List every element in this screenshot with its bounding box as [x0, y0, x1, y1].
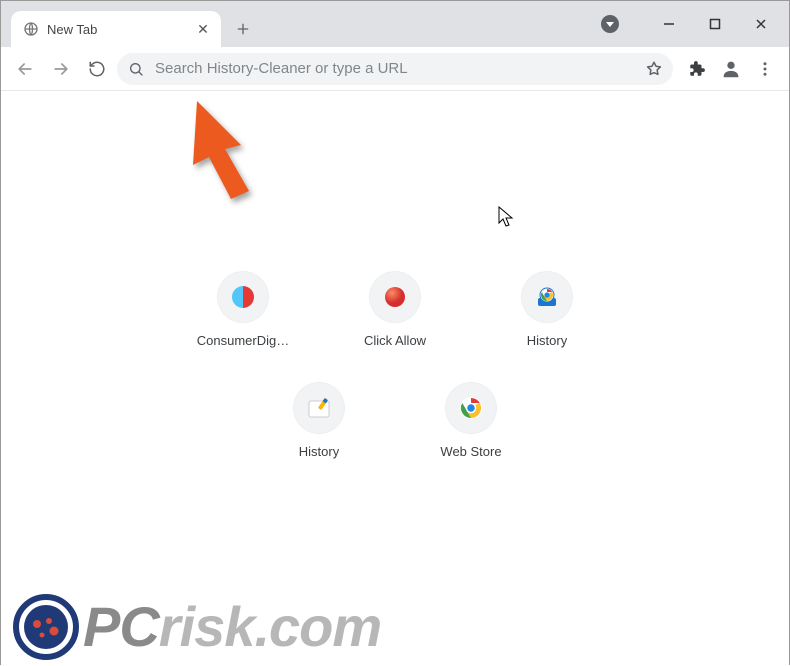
search-icon	[127, 60, 145, 78]
watermark-badge-icon	[13, 594, 79, 660]
back-button[interactable]	[9, 53, 41, 85]
cursor-icon	[498, 206, 516, 228]
tab-strip: New Tab ✕	[1, 1, 789, 47]
browser-tab[interactable]: New Tab ✕	[11, 11, 221, 47]
shortcut-tile[interactable]: History	[263, 382, 375, 459]
shortcut-tile[interactable]: Web Store	[415, 382, 527, 459]
reload-button[interactable]	[81, 53, 113, 85]
omnibox-input[interactable]	[155, 60, 635, 77]
tab-title: New Tab	[47, 22, 187, 37]
shortcut-label: Web Store	[440, 444, 501, 459]
profile-avatar-button[interactable]	[715, 53, 747, 85]
address-bar[interactable]	[117, 53, 673, 85]
shortcut-tile[interactable]: Click Allow	[339, 271, 451, 348]
tab-close-icon[interactable]: ✕	[195, 21, 211, 37]
shortcut-grid: ConsumerDig… Click Allow	[185, 271, 605, 459]
toolbar-right	[681, 53, 781, 85]
bookmark-star-icon[interactable]	[645, 60, 663, 78]
watermark-text: PCrisk.com	[83, 599, 381, 655]
shortcut-label: Click Allow	[364, 333, 426, 348]
watermark: PCrisk.com	[13, 594, 381, 660]
shortcut-icon	[293, 382, 345, 434]
shortcut-tile[interactable]: ConsumerDig…	[187, 271, 299, 348]
shortcut-icon	[521, 271, 573, 323]
forward-button[interactable]	[45, 53, 77, 85]
shortcut-label: ConsumerDig…	[197, 333, 289, 348]
shortcut-icon	[445, 382, 497, 434]
browser-toolbar	[1, 47, 789, 91]
shortcut-label: History	[299, 444, 339, 459]
new-tab-button[interactable]	[229, 15, 257, 43]
window-controls	[647, 1, 789, 47]
shortcut-tile[interactable]: History	[491, 271, 603, 348]
new-tab-page: ConsumerDig… Click Allow	[1, 91, 789, 666]
shortcut-icon	[369, 271, 421, 323]
profile-badge-icon[interactable]	[601, 15, 619, 33]
annotation-arrow-icon	[171, 95, 281, 205]
window-close-button[interactable]	[739, 9, 783, 39]
menu-button[interactable]	[749, 53, 781, 85]
window-maximize-button[interactable]	[693, 9, 737, 39]
window-minimize-button[interactable]	[647, 9, 691, 39]
globe-icon	[23, 21, 39, 37]
shortcut-label: History	[527, 333, 567, 348]
extensions-button[interactable]	[681, 53, 713, 85]
shortcut-icon	[217, 271, 269, 323]
